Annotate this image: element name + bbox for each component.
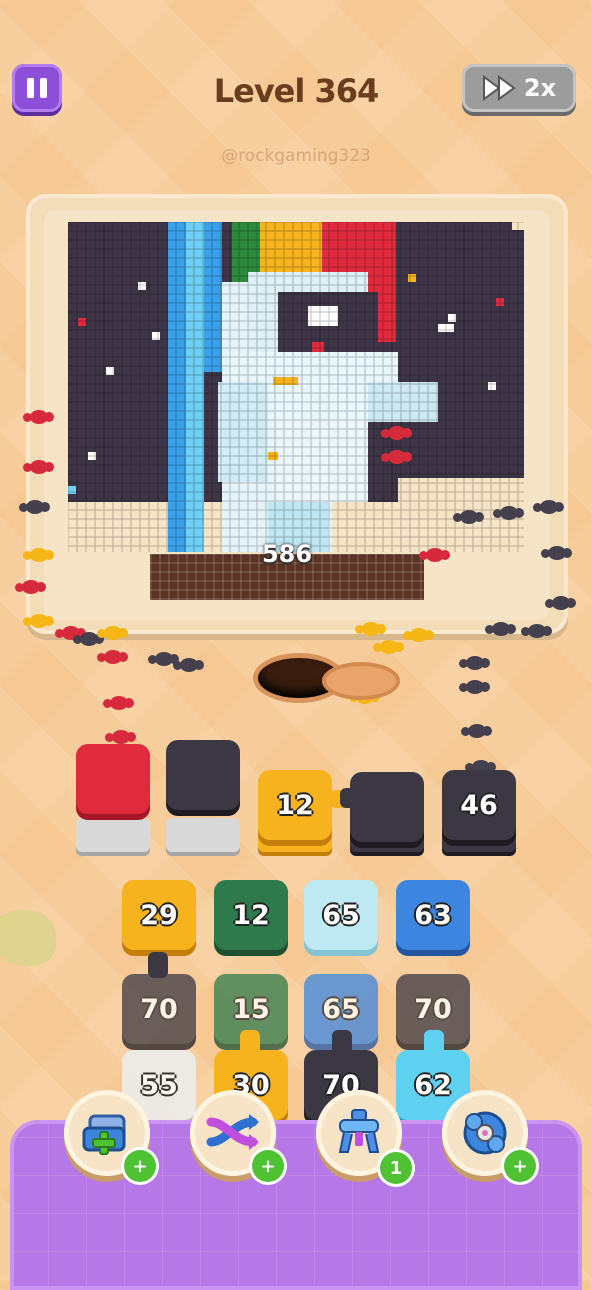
- slot-base: [76, 818, 150, 852]
- ant: [97, 626, 128, 640]
- queue-tile: 70: [122, 974, 196, 1044]
- magnet-icon: [463, 1111, 507, 1155]
- queue-tile[interactable]: 63: [396, 880, 470, 950]
- booster-badge: +: [124, 1150, 156, 1182]
- shuffle-booster[interactable]: +: [190, 1090, 284, 1182]
- ant: [461, 724, 492, 738]
- slot-2-tile[interactable]: [166, 740, 240, 810]
- booster-badge: +: [504, 1150, 536, 1182]
- speed-label: 2x: [523, 74, 557, 102]
- hole-lid: [322, 662, 400, 700]
- ant: [459, 656, 490, 670]
- ant: [381, 426, 412, 440]
- ant: [23, 548, 54, 562]
- ant: [533, 500, 564, 514]
- ant: [493, 506, 524, 520]
- ant: [453, 510, 484, 524]
- add-slot-icon: [82, 1114, 126, 1155]
- ant: [485, 622, 516, 636]
- ant: [23, 410, 54, 424]
- speed-button[interactable]: 2x: [462, 64, 576, 112]
- ant: [103, 696, 134, 710]
- ant: [403, 628, 434, 642]
- ant: [15, 580, 46, 594]
- watermark: @rockgaming323: [221, 146, 371, 166]
- leaf-decoration: [0, 910, 56, 966]
- ant: [355, 622, 386, 636]
- booster-badge: 1: [380, 1152, 412, 1184]
- ant: [545, 596, 576, 610]
- ant: [148, 652, 179, 666]
- pixel-art-astronaut: [68, 222, 524, 552]
- booster-badge: +: [252, 1150, 284, 1182]
- shuffle-icon: [206, 1114, 259, 1150]
- fast-forward-icon: [482, 75, 516, 101]
- magnet-booster[interactable]: +: [442, 1090, 536, 1182]
- ant: [459, 680, 490, 694]
- ant: [105, 730, 136, 744]
- claw-booster[interactable]: 1: [316, 1090, 412, 1184]
- ant: [541, 546, 572, 560]
- slot-5-tile[interactable]: 46: [442, 770, 516, 840]
- slot-3-tile[interactable]: 12: [258, 770, 332, 840]
- claw-icon: [338, 1109, 380, 1153]
- ant: [381, 450, 412, 464]
- ant: [19, 500, 50, 514]
- slot-base: [166, 818, 240, 852]
- ant: [23, 460, 54, 474]
- ant: [419, 548, 450, 562]
- ant: [173, 658, 204, 672]
- remaining-block-count: 586: [261, 540, 313, 568]
- add-slot-booster[interactable]: +: [64, 1090, 156, 1182]
- ant: [97, 650, 128, 664]
- queue-tile[interactable]: 29: [122, 880, 196, 950]
- ant: [73, 632, 104, 646]
- slot-1-tile[interactable]: [76, 744, 150, 814]
- queue-tile[interactable]: 65: [304, 880, 378, 950]
- ant: [373, 640, 404, 654]
- ant: [521, 624, 552, 638]
- queue-tile[interactable]: 12: [214, 880, 288, 950]
- ant: [23, 614, 54, 628]
